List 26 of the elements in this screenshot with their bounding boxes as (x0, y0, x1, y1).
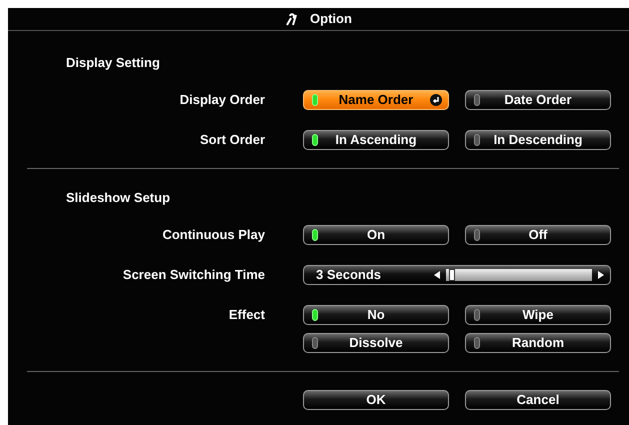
option-button[interactable]: Date Order (465, 90, 611, 110)
option-button[interactable]: In Descending (465, 130, 611, 150)
dialog-button[interactable]: Cancel (465, 390, 611, 410)
section-heading: Slideshow Setup (65, 189, 172, 207)
option-button[interactable]: Random (465, 333, 611, 353)
setting-label: Continuous Play (162, 227, 265, 242)
option-button[interactable]: On (303, 225, 449, 245)
setting-label: Screen Switching Time (122, 267, 265, 282)
setting-label: Effect (228, 307, 265, 322)
option-button[interactable]: Off (465, 225, 611, 245)
enter-icon (430, 94, 442, 106)
option-button[interactable]: Dissolve (303, 333, 449, 353)
dialog-button[interactable]: OK (303, 390, 449, 410)
slider-thumb[interactable] (448, 269, 455, 281)
section-heading: Display Setting (65, 54, 161, 72)
option-button[interactable]: In Ascending (303, 130, 449, 150)
right-arrow-icon[interactable] (598, 271, 604, 279)
slider-control[interactable]: 3 Seconds (303, 265, 611, 285)
setting-label: Sort Order (200, 132, 265, 147)
tools-icon (285, 12, 298, 26)
window-title: Option (310, 10, 352, 28)
setting-label: Display Order (180, 92, 265, 107)
option-button[interactable]: Wipe (465, 305, 611, 325)
option-button[interactable]: Name Order (303, 90, 449, 110)
option-button[interactable]: No (303, 305, 449, 325)
left-arrow-icon[interactable] (434, 271, 440, 279)
